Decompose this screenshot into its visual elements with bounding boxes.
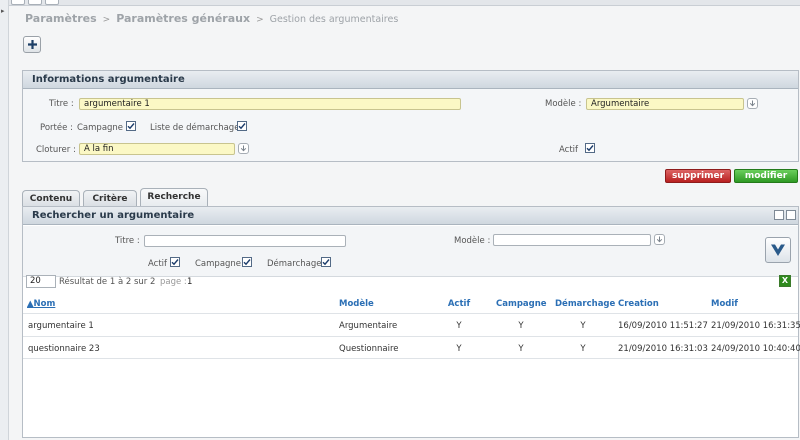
cell-campagne: Y [518, 344, 524, 354]
panel-header-tools [774, 210, 796, 220]
search-titre-label: Titre : [115, 236, 140, 246]
plus-icon [27, 40, 37, 49]
breadcrumb-item-parametres[interactable]: Paramètres [25, 12, 97, 25]
cell-creation: 16/09/2010 11:51:27 [618, 321, 708, 331]
search-actif-checkbox[interactable] [170, 257, 180, 267]
search-actif-label: Actif : [148, 259, 173, 269]
column-header-campagne[interactable]: Campagne [496, 299, 547, 309]
window-control-icon[interactable] [28, 0, 42, 5]
modele-label: Modèle : [545, 99, 582, 109]
arrow-down-icon [656, 236, 663, 243]
search-campagne-label: Campagne : [195, 259, 247, 269]
actif-label: Actif [559, 145, 579, 155]
search-modele-label: Modèle : [454, 236, 491, 246]
arrow-down-icon [749, 100, 756, 107]
info-panel: Informations argumentaire Titre : argume… [22, 70, 799, 162]
modele-field[interactable]: Argumentaire [586, 98, 744, 110]
window-control-icon[interactable] [45, 0, 59, 5]
delete-button[interactable]: supprimer [665, 169, 731, 183]
breadcrumb: Paramètres > Paramètres généraux > Gesti… [25, 12, 398, 28]
column-header-actif[interactable]: Actif [443, 299, 475, 309]
search-criteria-area: Titre : Modèle : Actif : Campagne : Déma… [23, 226, 798, 277]
expand-icon[interactable] [786, 210, 796, 220]
column-header-modif[interactable]: Modif [711, 299, 738, 309]
cell-creation: 21/09/2010 16:31:03 [618, 344, 708, 354]
checkmark-icon [171, 259, 179, 266]
portee-label: Portée : [40, 123, 73, 133]
cell-actif: Y [456, 344, 462, 354]
cloturer-field[interactable]: A la fin [79, 143, 235, 155]
page-size-input[interactable]: 20 [26, 275, 56, 288]
breadcrumb-separator: > [256, 15, 264, 25]
add-button[interactable] [23, 36, 41, 53]
cell-demarchage: Y [580, 344, 586, 354]
page-number[interactable]: 1 [187, 277, 192, 287]
checkmark-icon [238, 123, 246, 130]
cloturer-dropdown-button[interactable] [238, 143, 249, 154]
arrow-down-icon [240, 145, 247, 152]
modify-button[interactable]: modifier [734, 169, 798, 183]
column-header-creation[interactable]: Creation [618, 299, 659, 309]
breadcrumb-item-current: Gestion des argumentaires [269, 14, 399, 25]
liste-demarchage-checkbox[interactable] [237, 121, 247, 131]
actif-checkbox[interactable] [585, 143, 595, 153]
column-header-nom-label: Nom [33, 299, 56, 309]
tab-recherche[interactable]: Recherche [140, 188, 208, 207]
campagne-label: Campagne : [77, 123, 129, 133]
titre-field[interactable]: argumentaire 1 [79, 98, 461, 110]
search-panel: Rechercher un argumentaire Titre : Modèl… [22, 206, 800, 438]
cell-modele: Argumentaire [339, 321, 398, 331]
cell-nom[interactable]: argumentaire 1 [28, 321, 94, 331]
result-count-text: Résultat de 1 à 2 sur 2 [59, 277, 156, 287]
column-header-demarchage[interactable]: Démarchage [555, 299, 615, 309]
campagne-checkbox[interactable] [126, 121, 136, 131]
chevron-down-icon [771, 244, 785, 256]
page-label: page : [160, 277, 187, 287]
search-demarchage-checkbox[interactable] [321, 257, 331, 267]
window-top-strip [0, 0, 800, 6]
cell-modif: 24/09/2010 10:40:40 [711, 344, 800, 354]
excel-export-icon[interactable]: X [779, 275, 791, 287]
search-submit-button[interactable] [765, 237, 791, 263]
chevron-right-icon: ▸ [1, 7, 5, 15]
breadcrumb-separator: > [102, 15, 111, 25]
search-modele-input[interactable] [493, 234, 651, 246]
checkmark-icon [322, 259, 330, 266]
info-panel-title: Informations argumentaire [23, 71, 798, 89]
column-header-nom[interactable]: ▲Nom [27, 299, 55, 309]
search-campagne-checkbox[interactable] [242, 257, 252, 267]
cell-demarchage: Y [580, 321, 586, 331]
titre-label: Titre : [49, 99, 74, 109]
table-row[interactable]: questionnaire 23 Questionnaire Y Y Y 21/… [23, 336, 800, 359]
cell-modele: Questionnaire [339, 344, 399, 354]
cell-campagne: Y [518, 321, 524, 331]
search-panel-title: Rechercher un argumentaire [23, 207, 798, 225]
window-control-icon[interactable] [11, 0, 25, 5]
modele-dropdown-button[interactable] [747, 98, 758, 109]
checkmark-icon [586, 145, 594, 152]
tab-critere[interactable]: Critère [83, 190, 137, 207]
search-demarchage-label: Démarchage : [267, 259, 328, 269]
cell-actif: Y [456, 321, 462, 331]
cell-nom[interactable]: questionnaire 23 [28, 344, 100, 354]
tab-contenu[interactable]: Contenu [22, 190, 80, 207]
print-icon[interactable] [774, 210, 784, 220]
checkmark-icon [243, 259, 251, 266]
column-header-modele[interactable]: Modèle [339, 299, 374, 309]
cloturer-label: Cloturer : [36, 145, 76, 155]
table-row[interactable]: argumentaire 1 Argumentaire Y Y Y 16/09/… [23, 313, 800, 336]
checkmark-icon [127, 123, 135, 130]
cell-modif: 21/09/2010 16:31:35 [711, 321, 800, 331]
search-titre-input[interactable] [144, 235, 346, 247]
breadcrumb-item-parametres-generaux[interactable]: Paramètres généraux [116, 12, 250, 25]
search-modele-dropdown-button[interactable] [654, 234, 665, 245]
left-collapse-strip[interactable]: ▸ [0, 0, 9, 440]
liste-demarchage-label: Liste de démarchage : [150, 123, 245, 133]
